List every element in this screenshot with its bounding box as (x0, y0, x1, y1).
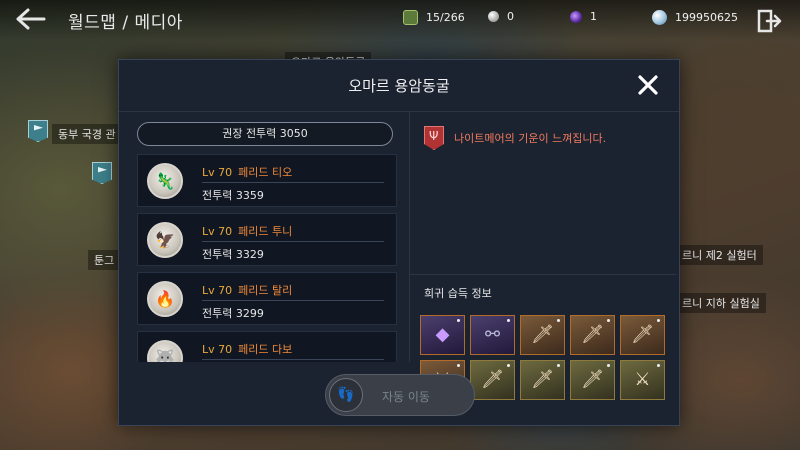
dagger-icon[interactable]: 🗡 (620, 315, 665, 355)
nightmare-warning: 나이트메어의 기운이 느껴집니다. (424, 126, 606, 150)
pearl-icon (488, 11, 499, 22)
boss-portrait-icon: 🦎 (155, 171, 175, 191)
dagger-icon[interactable]: 🗡 (570, 360, 615, 400)
stamina-value: 15/266 (426, 11, 465, 24)
boss-avatar: 🦅 (147, 222, 183, 258)
rarity-dot (507, 319, 510, 322)
rare-drop-title: 희귀 습득 정보 (424, 287, 492, 300)
boss-avatar: 🦎 (147, 163, 183, 199)
boss-name: 페리드 탈리 (238, 284, 293, 297)
boss-list[interactable]: 🦎 Lv 70 페리드 티오 전투력 3359 🦅 Lv 70 페리드 투니 전투력… (137, 154, 399, 362)
boss-list-item[interactable]: 🐺 Lv 70 페리드 다보 (137, 331, 397, 362)
boss-list-item[interactable]: 🔥 Lv 70 페리드 탈리 전투력 3299 (137, 272, 397, 325)
silver-resource: 199950625 (652, 10, 738, 25)
map-label[interactable]: 툰그 (88, 250, 121, 270)
rarity-dot (557, 319, 560, 322)
close-icon[interactable] (637, 74, 659, 96)
rarity-dot (607, 319, 610, 322)
item-glyph: 🗡 (581, 324, 604, 345)
rarity-dot (557, 364, 560, 367)
dagger-icon[interactable]: 🗡 (520, 315, 565, 355)
boss-portrait-icon: 🔥 (155, 289, 175, 309)
recommended-power: 권장 전투력 3050 (137, 122, 393, 146)
crystal-icon[interactable]: ◆ (420, 315, 465, 355)
boss-power: 전투력 3299 (202, 307, 264, 320)
nightmare-emblem-icon (424, 126, 444, 150)
orb-icon (570, 10, 582, 23)
item-glyph: 🗡 (481, 369, 504, 390)
pearl-value: 0 (507, 10, 514, 23)
boss-level: Lv 70 (202, 166, 233, 179)
auto-move-label: 자동 이동 (382, 390, 430, 404)
silver-coin-icon (652, 10, 667, 25)
item-glyph: 🗡 (631, 324, 654, 345)
item-glyph: ◆ (435, 324, 450, 345)
auto-move-button[interactable]: 👣 자동 이동 (325, 374, 475, 416)
rarity-dot (657, 364, 660, 367)
pearl-resource: 0 (488, 10, 514, 23)
stamina-resource: 15/266 (403, 10, 465, 25)
boss-name: 페리드 투니 (238, 225, 293, 238)
footprints-icon: 👣 (329, 378, 363, 412)
divider (202, 182, 384, 183)
exit-door-icon[interactable] (756, 8, 782, 34)
map-flag-icon[interactable] (92, 162, 112, 184)
sword-icon[interactable]: ⚔ (620, 360, 665, 400)
orb-resource: 1 (570, 10, 597, 23)
necklace-icon[interactable]: ⚯ (470, 315, 515, 355)
dialog-header: 오마르 용암동굴 (119, 60, 679, 112)
dagger-icon[interactable]: 🗡 (570, 315, 615, 355)
divider (202, 241, 384, 242)
dungeon-detail-panel: 나이트메어의 기운이 느껴집니다. 희귀 습득 정보 ◆ ⚯ 🗡 🗡 🗡 ⚔ 🗡… (409, 112, 676, 400)
dungeon-info-dialog: 오마르 용암동굴 권장 전투력 3050 🦎 Lv 70 페리드 티오 전투력 3… (118, 59, 680, 426)
boss-avatar: 🐺 (147, 340, 183, 362)
rarity-dot (457, 364, 460, 367)
item-glyph: 🗡 (581, 369, 604, 390)
rarity-dot (507, 364, 510, 367)
silver-value: 199950625 (675, 11, 738, 24)
back-arrow-icon[interactable] (14, 7, 46, 31)
rarity-dot (657, 319, 660, 322)
boss-power: 전투력 3359 (202, 189, 264, 202)
orb-value: 1 (590, 10, 597, 23)
stamina-icon (403, 10, 418, 25)
rarity-dot (607, 364, 610, 367)
item-glyph: 🗡 (531, 369, 554, 390)
boss-list-item[interactable]: 🦎 Lv 70 페리드 티오 전투력 3359 (137, 154, 397, 207)
boss-level: Lv 70 (202, 284, 233, 297)
boss-portrait-icon: 🐺 (155, 348, 175, 363)
boss-avatar: 🔥 (147, 281, 183, 317)
item-glyph: ⚯ (484, 324, 501, 345)
page-title: 월드맵 / 메디아 (68, 13, 183, 33)
boss-portrait-icon: 🦅 (155, 230, 175, 250)
boss-name: 페리드 티오 (238, 166, 293, 179)
rarity-dot (457, 319, 460, 322)
boss-level: Lv 70 (202, 225, 233, 238)
rare-drop-section: 희귀 습득 정보 ◆ ⚯ 🗡 🗡 🗡 ⚔ 🗡 🗡 🗡 ⚔ (410, 274, 676, 400)
dagger-icon[interactable]: 🗡 (520, 360, 565, 400)
boss-name: 페리드 다보 (238, 343, 293, 356)
boss-list-item[interactable]: 🦅 Lv 70 페리드 투니 전투력 3329 (137, 213, 397, 266)
map-label[interactable]: 르니 제2 실험터 (676, 245, 763, 265)
top-bar: 월드맵 / 메디아 15/266 0 1 199950625 (0, 0, 800, 40)
boss-panel: 권장 전투력 3050 🦎 Lv 70 페리드 티오 전투력 3359 🦅 Lv … (137, 122, 399, 362)
dialog-title: 오마르 용암동굴 (348, 77, 450, 95)
boss-level: Lv 70 (202, 343, 233, 356)
divider (202, 300, 384, 301)
boss-power: 전투력 3329 (202, 248, 264, 261)
map-flag-icon[interactable] (28, 120, 48, 142)
map-label[interactable]: 동부 국경 관 (52, 124, 122, 144)
warning-text: 나이트메어의 기운이 느껴집니다. (454, 132, 607, 145)
item-glyph: ⚔ (634, 369, 651, 390)
dagger-icon[interactable]: 🗡 (470, 360, 515, 400)
map-label[interactable]: 르니 지하 실험실 (676, 293, 766, 313)
item-glyph: 🗡 (531, 324, 554, 345)
divider (202, 359, 384, 360)
